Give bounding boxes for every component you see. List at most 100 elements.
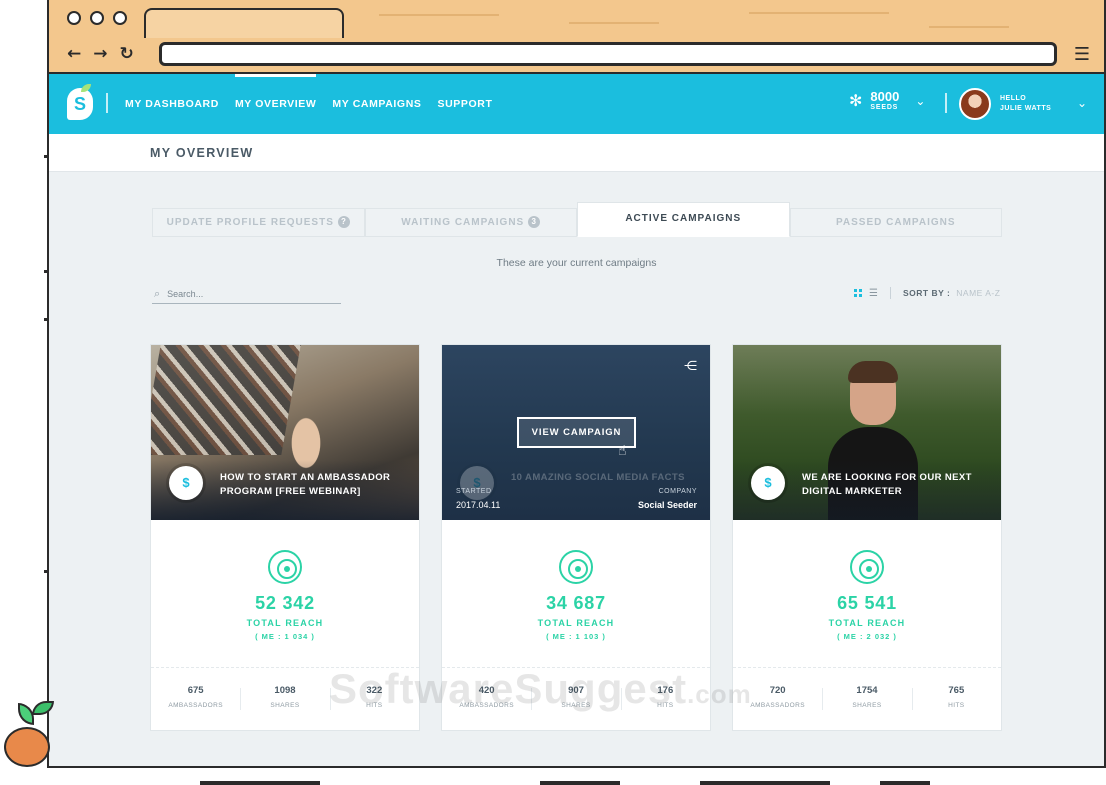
campaign-logo-icon: $ — [751, 466, 785, 500]
target-icon — [850, 550, 884, 584]
campaign-image: $ 10 AMAZING SOCIAL MEDIA FACTS ⋲ VIEW C… — [442, 345, 710, 520]
tab-label: WAITING CAMPAIGNS — [401, 217, 525, 228]
user-name: JULIE WATTS — [1000, 105, 1052, 112]
total-reach-label: TOTAL REACH — [537, 618, 615, 628]
maximize-dot[interactable] — [113, 11, 127, 25]
campaign-started: STARTED 2017.04.11 — [456, 488, 500, 510]
seeds-icon: ✻ — [849, 92, 863, 110]
my-reach: ( ME : 1 034 ) — [255, 632, 315, 641]
sort-label: SORT BY : — [902, 288, 951, 298]
address-bar[interactable] — [159, 42, 1057, 66]
campaign-stats: 52 342 TOTAL REACH ( ME : 1 034 ) — [151, 520, 419, 668]
total-reach-value: 34 687 — [546, 593, 606, 613]
minimize-dot[interactable] — [90, 11, 104, 25]
total-reach-value: 52 342 — [255, 593, 315, 613]
campaign-title: WE ARE LOOKING FOR OUR NEXT DIGITAL MARK… — [802, 472, 972, 497]
campaign-title: 10 AMAZING SOCIAL MEDIA FACTS — [511, 472, 685, 483]
campaign-tabs: UPDATE PROFILE REQUESTS? WAITING CAMPAIG… — [152, 202, 1002, 237]
header-divider — [945, 93, 947, 113]
seeds-count: 8000 — [870, 89, 900, 104]
hits-count: 765 — [948, 685, 965, 696]
campaign-image: $ WE ARE LOOKING FOR OUR NEXT DIGITAL MA… — [733, 345, 1001, 520]
seeds-label: SEEDS — [870, 104, 899, 111]
browser-nav: ← → ↻ — [67, 44, 134, 64]
tab-label: PASSED CAMPAIGNS — [835, 217, 956, 228]
campaign-image: $ HOW TO START AN AMBASSADOR PROGRAM [FR… — [151, 345, 419, 520]
campaign-title: HOW TO START AN AMBASSADOR PROGRAM [FREE… — [220, 472, 391, 497]
total-reach-value: 65 541 — [837, 593, 897, 613]
target-icon — [268, 550, 302, 584]
browser-tab[interactable] — [144, 8, 344, 38]
shares-count: 1098 — [274, 685, 296, 696]
toolbar-divider — [889, 287, 891, 299]
tab-update-profile-requests[interactable]: UPDATE PROFILE REQUESTS? — [152, 208, 365, 237]
my-reach: ( ME : 2 032 ) — [837, 632, 897, 641]
back-icon[interactable]: ← — [67, 44, 81, 64]
list-view-icon[interactable]: ☰ — [869, 288, 878, 299]
campaign-company: COMPANY Social Seeder — [638, 488, 697, 510]
nav-my-campaigns[interactable]: MY CAMPAIGNS — [332, 74, 421, 134]
search-icon: ⌕ — [154, 287, 161, 300]
search-input[interactable]: ⌕ Search... — [152, 285, 341, 304]
search-placeholder: Search... — [167, 289, 204, 299]
chevron-down-icon: ⌄ — [915, 93, 926, 108]
shares-label: SHARES — [852, 702, 882, 709]
campaign-footer-stats: 720 AMBASSADORS 1754 SHARES 765 HITS — [733, 667, 1001, 730]
user-greeting: HELLO — [1000, 95, 1027, 102]
page-title: MY OVERVIEW — [150, 146, 254, 160]
forward-icon[interactable]: → — [93, 44, 107, 64]
started-label: STARTED — [456, 488, 492, 495]
main-nav: MY DASHBOARD MY OVERVIEW MY CAMPAIGNS SU… — [125, 74, 492, 134]
nav-support[interactable]: SUPPORT — [438, 74, 493, 134]
tab-passed-campaigns[interactable]: PASSED CAMPAIGNS — [789, 208, 1002, 237]
total-reach-label: TOTAL REACH — [246, 618, 324, 628]
campaign-card[interactable]: $ WE ARE LOOKING FOR OUR NEXT DIGITAL MA… — [732, 344, 1002, 731]
started-date: 2017.04.11 — [456, 500, 501, 510]
reload-icon[interactable]: ↻ — [120, 44, 134, 64]
close-dot[interactable] — [67, 11, 81, 25]
ambassadors-label: AMBASSADORS — [168, 702, 223, 709]
seeds-widget[interactable]: ✻ 8000 SEEDS ⌄ — [849, 89, 926, 112]
logo-letter: S — [73, 94, 86, 114]
view-toolbar: ☰ SORT BY : NAME A-Z — [854, 287, 1000, 299]
window-controls — [67, 11, 127, 25]
share-icon[interactable]: ⋲ — [684, 359, 697, 374]
sort-dropdown[interactable]: NAME A-Z — [956, 288, 1000, 298]
my-reach: ( ME : 1 103 ) — [546, 632, 606, 641]
browser-window: ← → ↻ ☰ S MY DASHBOARD MY OVERVIEW MY CA… — [47, 0, 1106, 768]
shares-label: SHARES — [270, 702, 300, 709]
page-subheader: MY OVERVIEW — [49, 134, 1104, 172]
chevron-down-icon[interactable]: ⌄ — [1077, 96, 1087, 110]
watermark: SoftwareSuggest.com — [329, 665, 752, 712]
campaign-stats: 65 541 TOTAL REACH ( ME : 2 032 ) — [733, 520, 1001, 668]
company-name: Social Seeder — [637, 500, 697, 510]
tab-caption: These are your current campaigns — [496, 257, 657, 269]
total-reach-label: TOTAL REACH — [828, 618, 906, 628]
ambassadors-count: 675 — [187, 685, 204, 696]
tab-label: ACTIVE CAMPAIGNS — [625, 213, 742, 224]
tab-label: UPDATE PROFILE REQUESTS — [166, 217, 334, 228]
hand-cursor-icon: ☝ — [618, 443, 627, 459]
seed-mascot-icon — [2, 697, 58, 771]
browser-chrome: ← → ↻ ☰ — [49, 0, 1104, 74]
nav-my-overview[interactable]: MY OVERVIEW — [234, 74, 317, 134]
logo-leaf-icon — [81, 84, 91, 92]
hamburger-menu-icon[interactable]: ☰ — [1074, 44, 1090, 65]
frame-bottom — [0, 768, 1106, 785]
tab-badge: 3 — [528, 216, 541, 228]
campaign-stats: 34 687 TOTAL REACH ( ME : 1 103 ) — [442, 520, 710, 668]
avatar — [959, 88, 991, 120]
company-label: COMPANY — [658, 488, 697, 495]
tab-waiting-campaigns[interactable]: WAITING CAMPAIGNS 3 — [364, 208, 577, 237]
shares-count: 1754 — [856, 685, 878, 696]
nav-my-dashboard[interactable]: MY DASHBOARD — [125, 74, 219, 134]
campaign-logo-icon: $ — [169, 466, 203, 500]
grid-view-icon[interactable] — [854, 288, 863, 298]
tab-active-campaigns[interactable]: ACTIVE CAMPAIGNS — [577, 202, 790, 237]
logo[interactable]: S — [67, 88, 93, 120]
tab-badge: ? — [337, 216, 350, 228]
header-divider — [106, 93, 108, 113]
user-menu[interactable]: HELLO JULIE WATTS — [959, 88, 1051, 120]
hits-label: HITS — [948, 702, 965, 709]
app-header: S MY DASHBOARD MY OVERVIEW MY CAMPAIGNS … — [49, 74, 1104, 134]
